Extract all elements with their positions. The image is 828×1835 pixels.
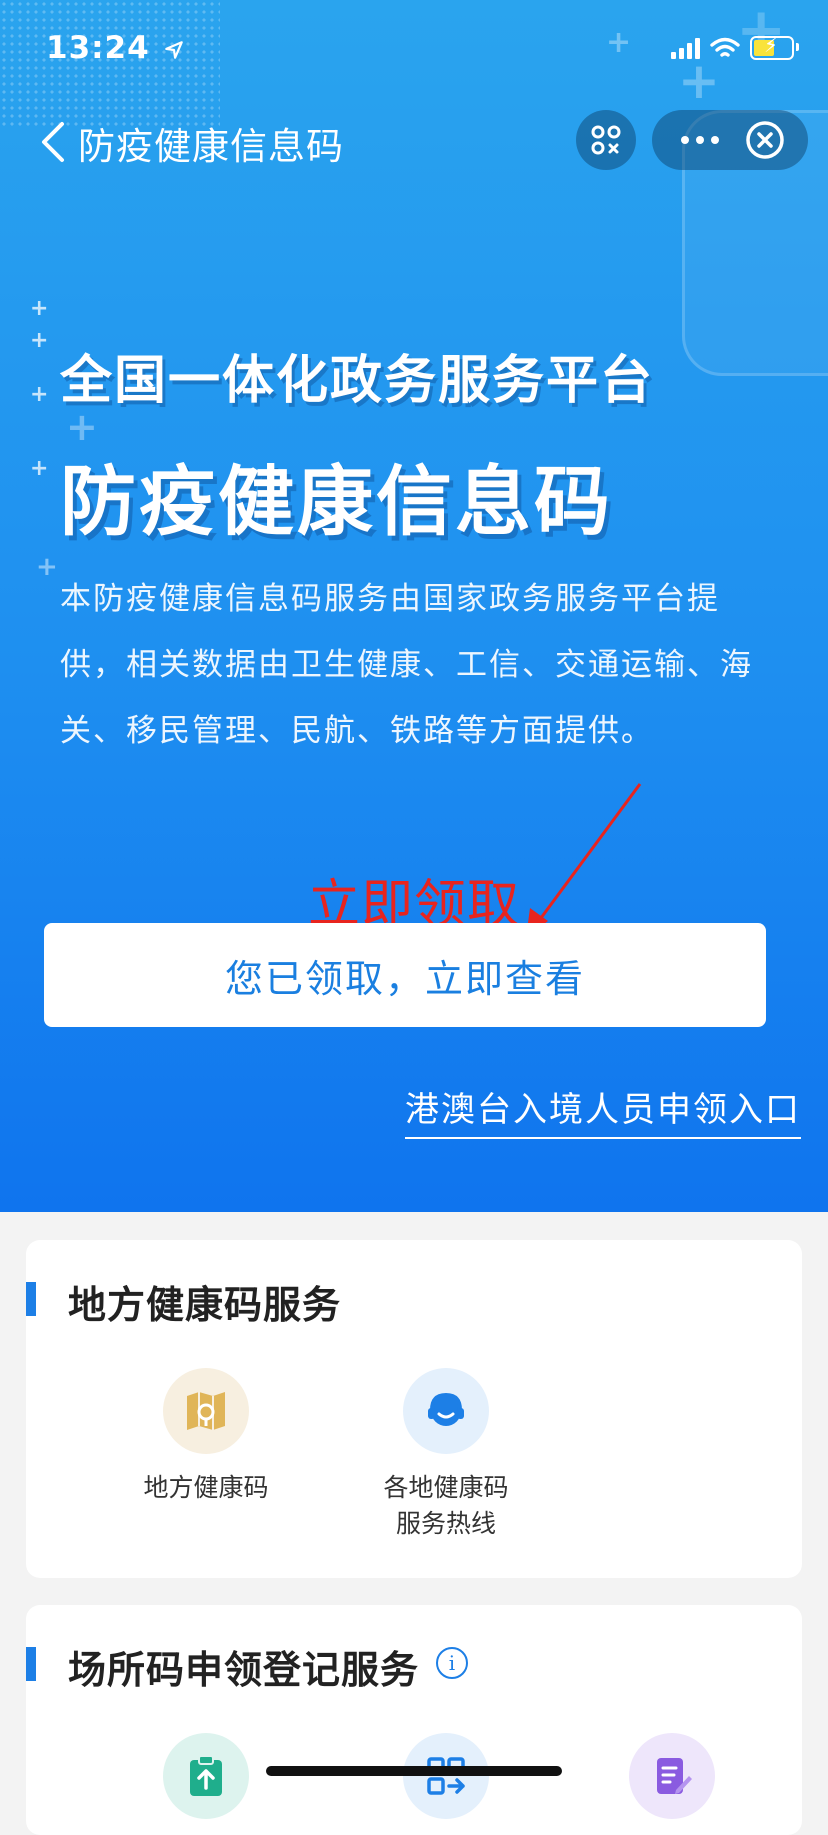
nav-bar: 防疫健康信息码 bbox=[0, 110, 828, 174]
more-dots-icon bbox=[681, 136, 719, 144]
section-accent-bar bbox=[26, 1647, 36, 1681]
hk-macau-taiwan-entry-link[interactable]: 港澳台入境人员申领入口 bbox=[405, 1082, 801, 1139]
service-venue-apply[interactable] bbox=[126, 1733, 286, 1819]
service-venue-register[interactable] bbox=[592, 1733, 752, 1819]
section-title: 场所码申领登记服务 bbox=[68, 1648, 420, 1692]
section-accent-bar bbox=[26, 1282, 36, 1316]
plus-icon: + bbox=[30, 456, 49, 481]
plus-icon: + bbox=[30, 382, 49, 407]
home-indicator bbox=[266, 1766, 562, 1776]
venue-services-card: 场所码申领登记服务 i bbox=[26, 1605, 802, 1835]
section-title: 地方健康码服务 bbox=[68, 1283, 342, 1327]
map-pin-icon bbox=[163, 1368, 249, 1454]
service-venue-code[interactable] bbox=[366, 1733, 526, 1819]
hero-description: 本防疫健康信息码服务由国家政务服务平台提供，相关数据由卫生健康、工信、交通运输、… bbox=[60, 581, 753, 749]
clipboard-upload-icon bbox=[163, 1733, 249, 1819]
mini-program-capsule bbox=[652, 110, 808, 170]
platform-title: 全国一体化政务服务平台 bbox=[60, 351, 655, 411]
battery-icon: ⚡ bbox=[750, 35, 799, 60]
chevron-left-icon bbox=[42, 122, 64, 162]
scan-button[interactable] bbox=[576, 110, 636, 170]
page-title: 防疫健康信息码 bbox=[78, 125, 344, 168]
plus-icon: + bbox=[30, 296, 49, 321]
service-label: 各地健康码 服务热线 bbox=[383, 1473, 509, 1538]
service-label: 地方健康码 bbox=[143, 1473, 269, 1502]
qr-code-icon bbox=[403, 1733, 489, 1819]
local-services-card: 地方健康码服务 地方健康码 各地健康码 服务热线 bbox=[26, 1240, 802, 1578]
wifi-icon bbox=[710, 37, 740, 57]
view-code-button[interactable]: 您已领取，立即查看 bbox=[44, 923, 766, 1027]
headset-icon bbox=[403, 1368, 489, 1454]
back-button[interactable] bbox=[38, 120, 68, 164]
service-hotline[interactable]: 各地健康码 服务热线 bbox=[346, 1368, 546, 1542]
cellular-signal-icon bbox=[671, 37, 700, 59]
close-button[interactable] bbox=[744, 119, 786, 161]
edit-document-icon bbox=[629, 1733, 715, 1819]
location-arrow-icon bbox=[165, 40, 184, 59]
hero-banner: + + + + + + + + + 13:24 ⚡ 防疫健康信息码 全国一体化政… bbox=[0, 0, 828, 1212]
service-local-health-code[interactable]: 地方健康码 bbox=[126, 1368, 286, 1506]
status-indicators: ⚡ bbox=[671, 35, 799, 60]
close-circle-icon bbox=[746, 121, 784, 159]
plus-icon: + bbox=[30, 328, 49, 353]
more-button[interactable] bbox=[670, 110, 730, 170]
scan-icon bbox=[591, 125, 621, 155]
hero-main-title: 防疫健康信息码 bbox=[60, 457, 613, 546]
status-time: 13:24 bbox=[46, 30, 185, 66]
plus-icon: + bbox=[36, 552, 58, 582]
info-icon[interactable]: i bbox=[436, 1647, 468, 1679]
status-bar: 13:24 ⚡ bbox=[0, 28, 828, 72]
